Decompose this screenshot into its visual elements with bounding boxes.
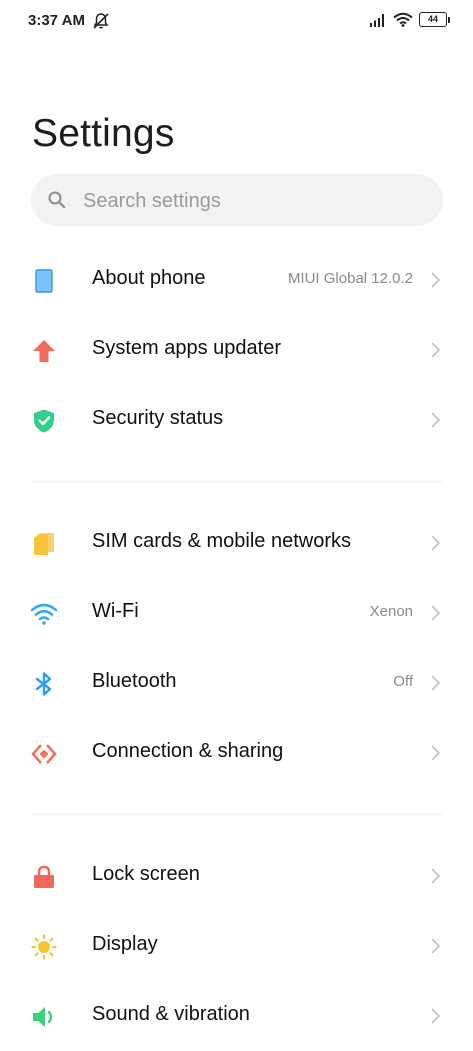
section-divider bbox=[0, 788, 473, 841]
setting-sim-cards[interactable]: SIM cards & mobile networks bbox=[0, 508, 473, 578]
chevron-right-icon bbox=[431, 675, 441, 691]
sun-icon bbox=[31, 934, 57, 960]
chevron-right-icon bbox=[431, 605, 441, 621]
speaker-icon bbox=[33, 1007, 53, 1027]
arrow-up-icon bbox=[33, 340, 55, 362]
battery-level: 44 bbox=[427, 14, 438, 24]
setting-security-status[interactable]: Security status bbox=[0, 385, 473, 455]
status-time: 3:37 AM bbox=[28, 12, 85, 29]
connection-sharing-icon bbox=[31, 744, 57, 764]
sim-card-icon bbox=[34, 533, 54, 555]
setting-label: Security status bbox=[92, 407, 224, 429]
setting-label: Sound & vibration bbox=[92, 1003, 250, 1025]
status-bar: 3:37 AM 44 bbox=[0, 0, 473, 44]
setting-label: Lock screen bbox=[92, 863, 200, 885]
setting-value: MIUI Global 12.0.2 bbox=[287, 270, 413, 287]
shield-check-icon bbox=[34, 409, 54, 433]
chevron-right-icon bbox=[431, 412, 441, 428]
chevron-right-icon bbox=[431, 745, 441, 761]
setting-value: Off bbox=[393, 673, 413, 690]
setting-bluetooth[interactable]: Bluetooth Off bbox=[0, 648, 473, 718]
setting-label: Display bbox=[92, 933, 158, 955]
setting-system-apps-updater[interactable]: System apps updater bbox=[0, 315, 473, 385]
do-not-disturb-icon bbox=[93, 13, 109, 29]
setting-lock-screen[interactable]: Lock screen bbox=[0, 841, 473, 911]
setting-label: SIM cards & mobile networks bbox=[92, 530, 351, 552]
setting-about-phone[interactable]: About phone MIUI Global 12.0.2 bbox=[0, 245, 473, 315]
setting-label: Wi-Fi bbox=[92, 600, 139, 622]
setting-value: Xenon bbox=[369, 603, 413, 620]
signal-icon bbox=[370, 13, 384, 27]
setting-sound-vibration[interactable]: Sound & vibration bbox=[0, 981, 473, 1051]
section-divider bbox=[0, 455, 473, 508]
search-input[interactable] bbox=[81, 174, 425, 228]
status-icons: 44 bbox=[369, 12, 450, 27]
setting-label: Bluetooth bbox=[92, 670, 177, 692]
setting-label: System apps updater bbox=[92, 337, 281, 359]
setting-display[interactable]: Display bbox=[0, 911, 473, 981]
settings-list: About phone MIUI Global 12.0.2 System ap… bbox=[0, 245, 473, 1051]
phone-icon bbox=[35, 269, 53, 293]
chevron-right-icon bbox=[431, 868, 441, 884]
battery-icon: 44 bbox=[419, 12, 450, 27]
bluetooth-icon bbox=[35, 672, 52, 696]
setting-label: About phone bbox=[92, 267, 206, 289]
chevron-right-icon bbox=[431, 1008, 441, 1024]
search-bar[interactable] bbox=[31, 174, 443, 228]
chevron-right-icon bbox=[431, 272, 441, 288]
setting-label: Connection & sharing bbox=[92, 740, 284, 762]
setting-wifi[interactable]: Wi-Fi Xenon bbox=[0, 578, 473, 648]
chevron-right-icon bbox=[431, 938, 441, 954]
page-title: Settings bbox=[32, 112, 175, 155]
lock-icon bbox=[34, 865, 54, 888]
chevron-right-icon bbox=[431, 535, 441, 551]
wifi-icon bbox=[31, 603, 57, 625]
setting-connection-sharing[interactable]: Connection & sharing bbox=[0, 718, 473, 788]
wifi-icon bbox=[393, 12, 413, 27]
search-icon bbox=[48, 191, 66, 209]
chevron-right-icon bbox=[431, 342, 441, 358]
